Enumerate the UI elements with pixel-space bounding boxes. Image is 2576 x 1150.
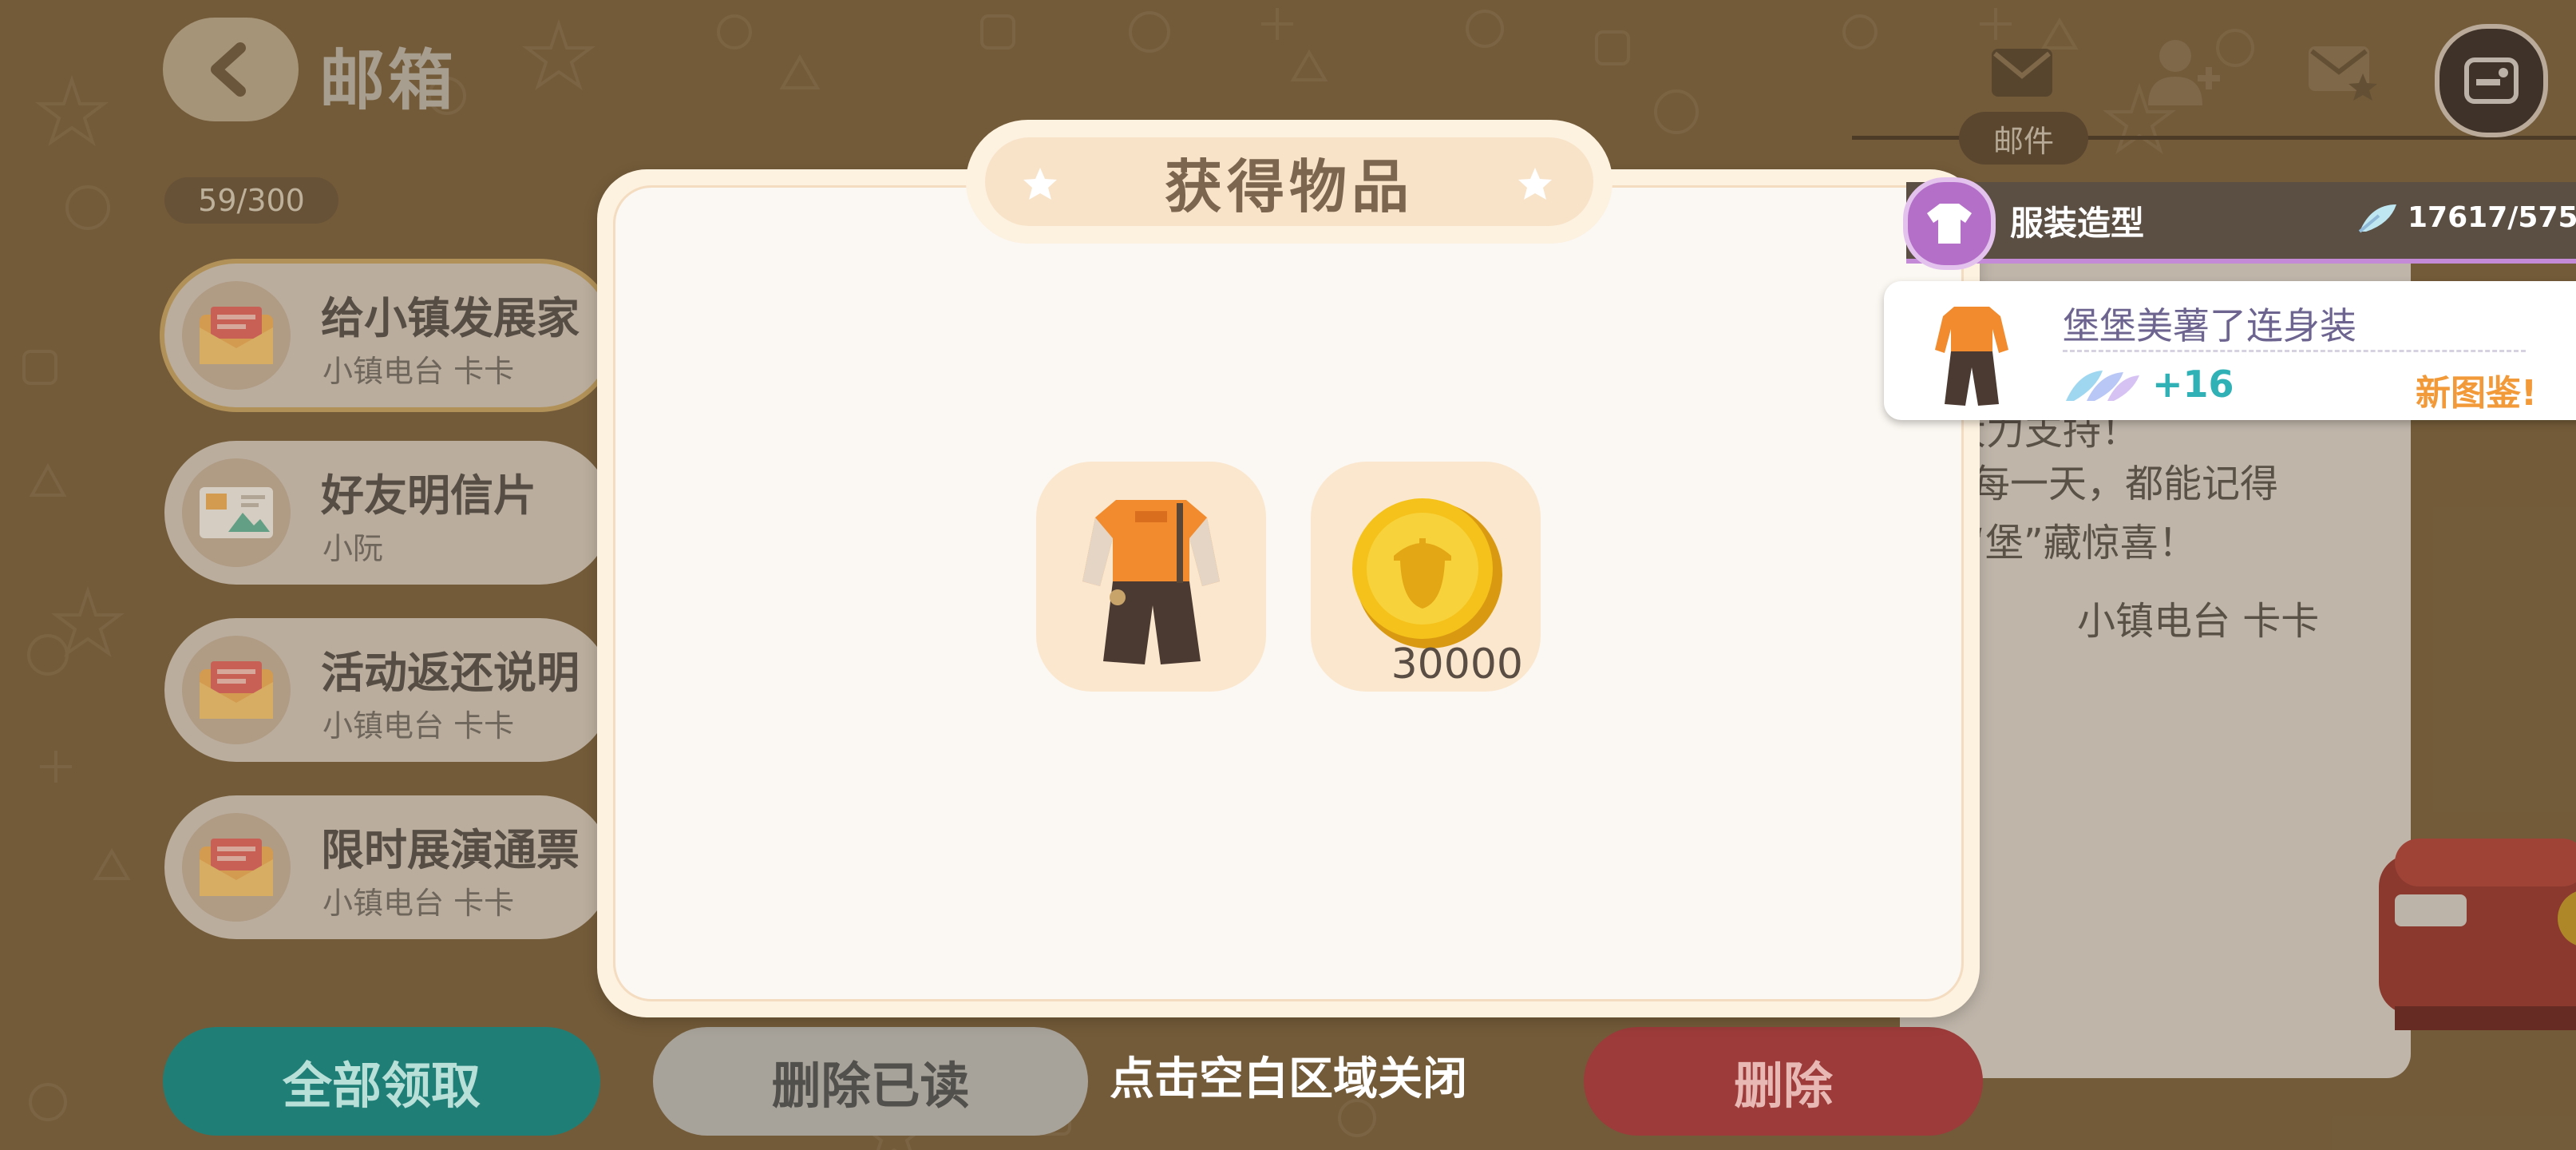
reward-item-coin[interactable]: 30000 (1311, 462, 1541, 692)
new-entry-badge: 新图鉴! (2416, 373, 2538, 414)
outfit-icon (1935, 307, 2008, 406)
delete-read-button[interactable]: 删除已读 (653, 1027, 1088, 1136)
star-icon (1023, 168, 1057, 200)
feather-icon (2066, 371, 2139, 401)
close-hint: 点击空白区域关闭 (1110, 1053, 1467, 1105)
claim-all-button[interactable]: 全部领取 (163, 1027, 600, 1136)
category-badge (1903, 177, 1996, 270)
shirt-icon (1927, 204, 1972, 244)
reward-item-outfit[interactable] (1036, 462, 1266, 692)
toast-divider (2063, 350, 2526, 352)
outfit-icon (1082, 500, 1220, 664)
feather-icon (2358, 204, 2396, 233)
delete-button[interactable]: 删除 (1584, 1027, 1983, 1136)
collection-progress: 17617/57509 (2408, 201, 2576, 234)
reward-dialog-body (613, 185, 1964, 1001)
dialog-title: 获得物品 (1164, 153, 1414, 220)
toast-message: 堡堡美薯了连身装 (2063, 304, 2356, 347)
reward-dialog (597, 169, 1980, 1017)
reward-dialog-header: 获得物品 (966, 120, 1612, 244)
game-screen: 邮箱 59/300 邮件 给小镇发展家 小镇电台 卡卡 好友明信片 小阮 活动返… (0, 0, 2576, 1150)
reward-dialog-header-plate: 获得物品 (985, 137, 1593, 226)
reward-count: 30000 (1391, 640, 1523, 688)
category-title: 服装造型 (2010, 204, 2145, 243)
star-icon (1518, 168, 1552, 200)
points-gained: +16 (2152, 363, 2234, 406)
